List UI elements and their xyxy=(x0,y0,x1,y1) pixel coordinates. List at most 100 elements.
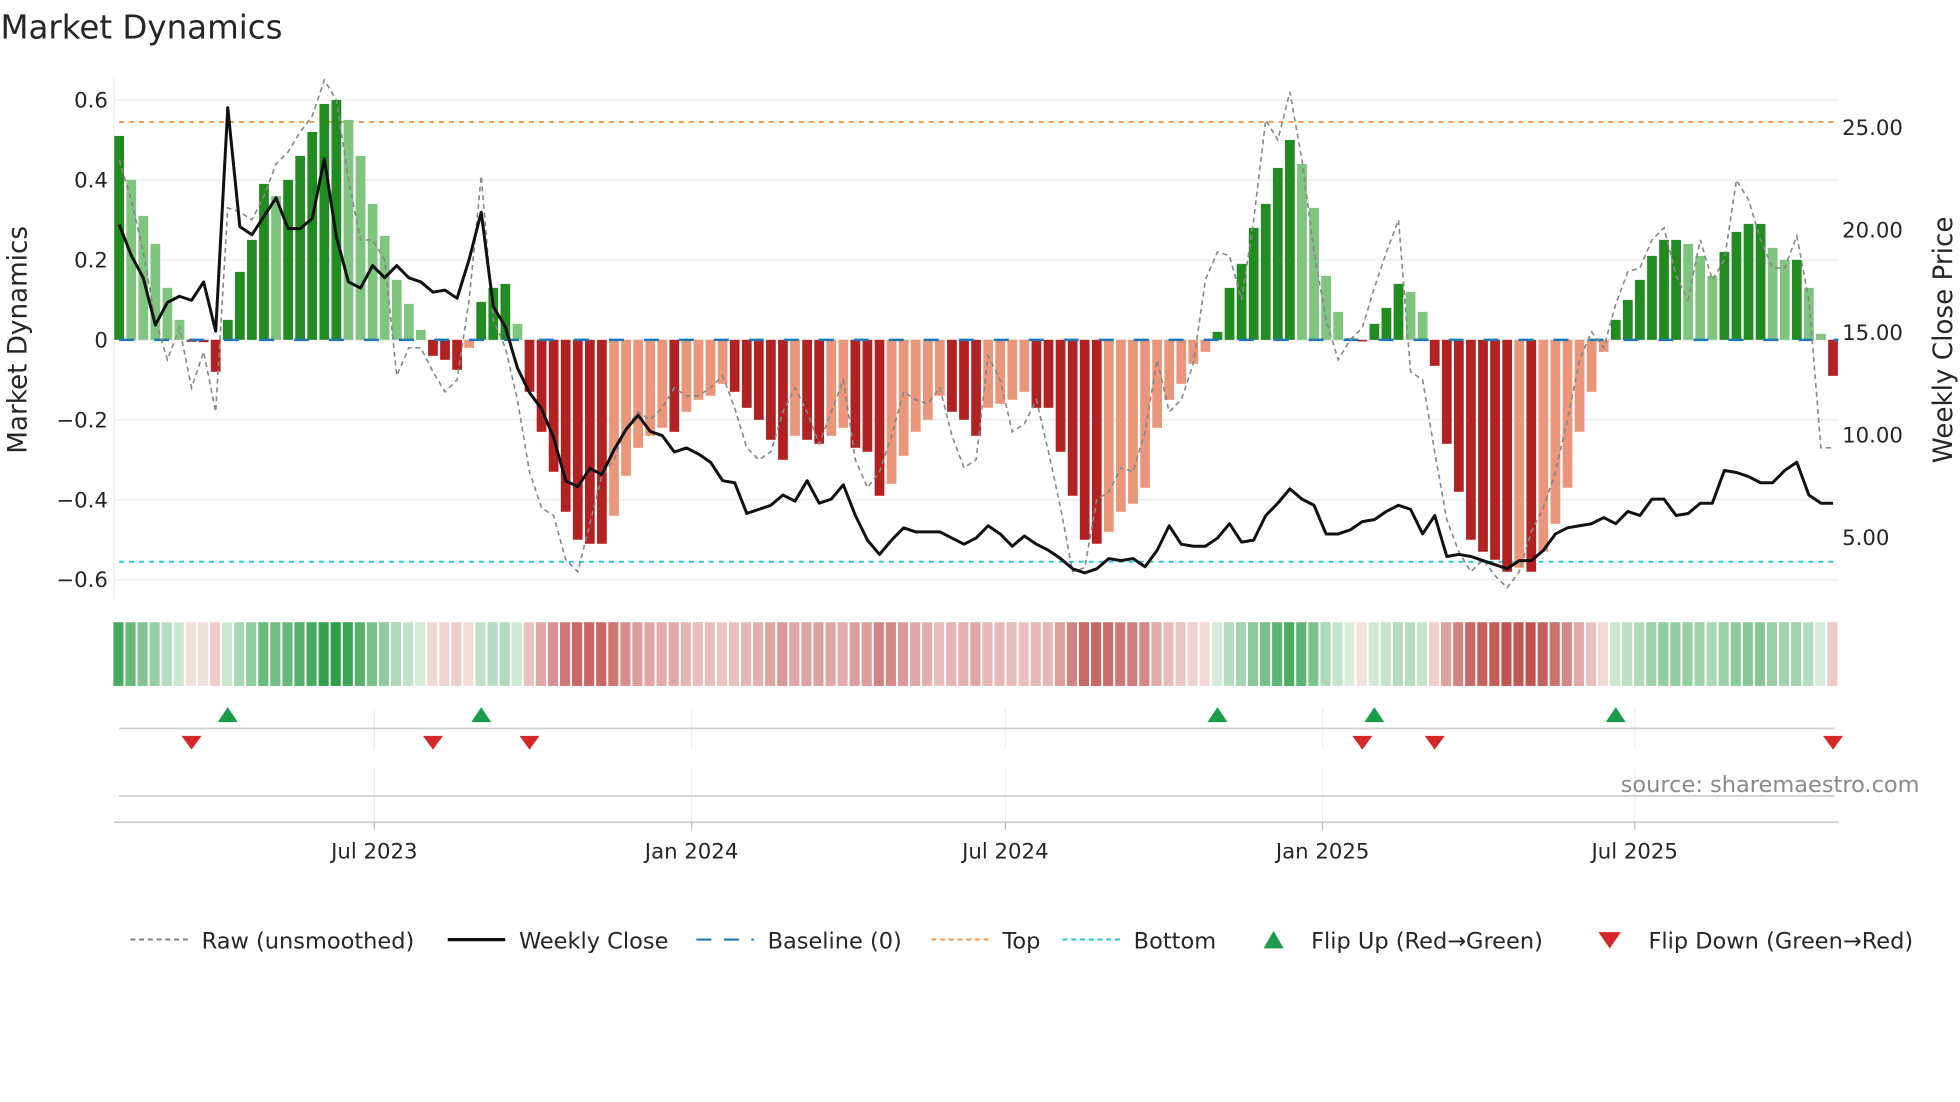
heatmap-cell xyxy=(1344,622,1355,686)
heatmap-cell xyxy=(1803,622,1814,686)
heatmap-cell xyxy=(825,622,836,686)
heatmap-cell xyxy=(1513,622,1524,686)
dynamics-bar xyxy=(1417,311,1428,340)
dynamics-bar xyxy=(1429,339,1440,366)
heatmap-cell xyxy=(330,622,341,686)
heatmap-cell xyxy=(1573,622,1584,686)
legend-label: Bottom xyxy=(1134,928,1216,954)
dynamics-bar xyxy=(1116,339,1126,512)
flip-up-marker xyxy=(1207,707,1228,723)
heatmap-cell xyxy=(958,622,969,686)
heatmap-cell xyxy=(1272,622,1283,686)
heatmap-cell xyxy=(499,622,510,686)
heatmap-cell xyxy=(1127,622,1138,686)
heatmap-cell xyxy=(1054,622,1065,686)
dynamics-bar xyxy=(307,131,318,340)
heatmap-cell xyxy=(161,622,172,686)
dynamics-bar xyxy=(741,339,752,408)
dynamics-bar xyxy=(1007,339,1018,400)
dynamics-bar xyxy=(1490,339,1500,560)
dynamics-bar xyxy=(922,339,933,420)
heatmap-cell xyxy=(922,622,933,686)
legend-label: Raw (unsmoothed) xyxy=(202,928,415,954)
dynamics-bar xyxy=(1272,167,1283,340)
heatmap-cell xyxy=(1380,622,1391,686)
heatmap-cell xyxy=(125,622,136,686)
heatmap-cell xyxy=(1356,622,1367,686)
flip-up-marker xyxy=(471,707,492,723)
y2-tick-label: 25.00 xyxy=(1842,116,1903,141)
heatmap-cell xyxy=(1259,622,1271,686)
dynamics-bar xyxy=(1550,339,1561,524)
heatmap-cell xyxy=(306,622,317,686)
heatmap-cell xyxy=(1066,622,1078,686)
dynamics-bar xyxy=(162,287,173,340)
heatmap-cell xyxy=(1187,622,1198,686)
dynamics-bar xyxy=(1236,263,1247,340)
flip-up-marker xyxy=(1364,707,1385,723)
dynamics-bar xyxy=(1369,323,1380,340)
heatmap-cell xyxy=(1585,622,1596,686)
dynamics-bar xyxy=(1055,339,1066,452)
dynamics-bar xyxy=(1622,299,1633,340)
heatmap-cell xyxy=(1018,622,1029,686)
heatmap-cell xyxy=(1537,622,1548,686)
heatmap-cell xyxy=(475,622,486,686)
left-axis-label: Market Dynamics xyxy=(4,226,34,454)
dynamics-bar xyxy=(621,339,631,476)
heatmap-cell xyxy=(209,622,221,686)
dynamics-bar xyxy=(1514,339,1525,568)
heatmap-cell xyxy=(1392,622,1403,686)
heatmap-cell xyxy=(1453,622,1464,686)
dynamics-bar xyxy=(1659,239,1669,340)
heatmap-cell xyxy=(1151,622,1162,686)
heatmap-cell xyxy=(837,622,848,686)
heatmap-cell xyxy=(1235,622,1246,686)
y-tick-label: 0 xyxy=(94,328,108,353)
heatmap-cell xyxy=(463,622,474,686)
heatmap-cell xyxy=(994,622,1005,686)
flip-down-marker xyxy=(1352,735,1373,750)
legend-label: Flip Down (Green→Red) xyxy=(1648,928,1913,954)
dynamics-bar xyxy=(850,339,861,448)
flip-down-marker xyxy=(519,735,540,750)
heatmap-cell xyxy=(849,622,860,686)
dynamics-bar xyxy=(271,195,281,340)
dynamics-bar xyxy=(826,339,837,436)
dynamics-bar xyxy=(1019,339,1030,392)
dynamics-bar xyxy=(1598,339,1609,352)
heatmap-cell xyxy=(342,622,353,686)
y-tick-label: 0.2 xyxy=(74,248,108,273)
heatmap-cell xyxy=(584,622,595,686)
dynamics-bar xyxy=(645,339,656,436)
dynamics-bar xyxy=(1828,339,1838,376)
heatmap-cell xyxy=(644,622,655,686)
dynamics-bar xyxy=(1091,339,1102,544)
heatmap-cell xyxy=(149,622,160,686)
heatmap-cell xyxy=(1791,622,1802,686)
heatmap-cell xyxy=(234,622,245,686)
legend-flip-down-icon xyxy=(1598,932,1621,949)
heatmap-cell xyxy=(511,622,522,686)
dynamics-bar xyxy=(1260,203,1271,340)
heatmap-cell xyxy=(1115,622,1126,686)
heatmap-cell xyxy=(1163,622,1174,686)
heatmap-cell xyxy=(1622,622,1633,686)
heatmap-cell xyxy=(1670,622,1681,686)
heatmap-cell xyxy=(1308,622,1319,686)
heatmap-cell xyxy=(403,622,414,686)
heatmap-cell xyxy=(970,622,981,686)
dynamics-bar xyxy=(1791,259,1802,340)
dynamics-bar xyxy=(1103,339,1114,532)
heatmap-cell xyxy=(197,622,209,686)
heatmap-cell xyxy=(270,622,281,686)
dynamics-bar xyxy=(1128,339,1138,504)
heatmap-cell xyxy=(1682,622,1693,686)
heatmap-cell xyxy=(1525,622,1536,686)
heatmap-cell xyxy=(1815,622,1826,686)
dynamics-bar xyxy=(1079,339,1090,540)
dynamics-bar xyxy=(1188,339,1199,364)
y-tick-label: 0.6 xyxy=(74,88,108,113)
heatmap-cell xyxy=(873,622,884,686)
heatmap-cell xyxy=(861,622,872,686)
